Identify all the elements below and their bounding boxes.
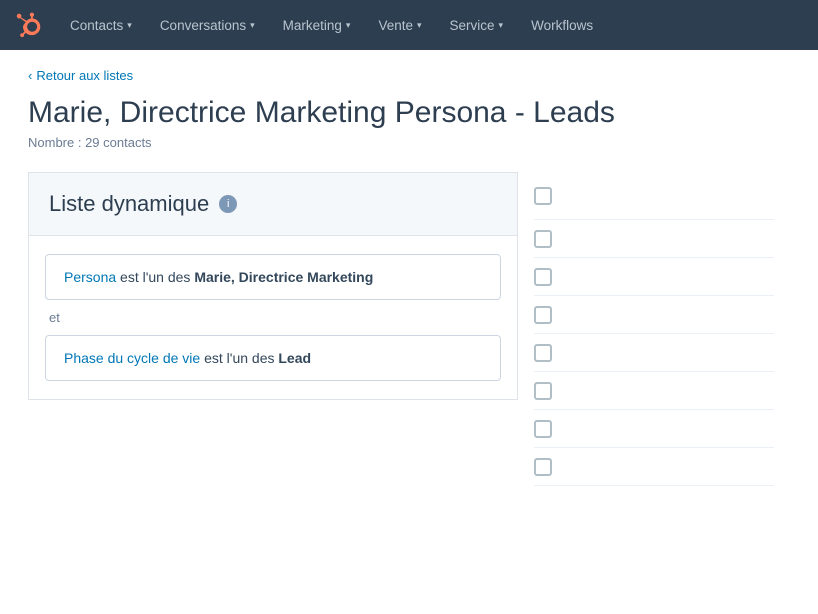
checkbox-list <box>534 172 774 486</box>
checkbox-row-6[interactable] <box>534 420 552 438</box>
main-layout: Liste dynamique i Persona est l'un des M… <box>28 172 790 486</box>
criteria-value-2: Lead <box>278 350 311 366</box>
checkbox-row-header <box>534 172 774 220</box>
nav-conversations[interactable]: Conversations ▾ <box>146 0 269 50</box>
contact-count: Nombre : 29 contacts <box>28 135 790 150</box>
right-panel <box>518 172 790 486</box>
checkbox-row-1[interactable] <box>534 230 552 248</box>
checkbox-row-3[interactable] <box>534 306 552 324</box>
table-row <box>534 334 774 372</box>
criteria-field-2[interactable]: Phase du cycle de vie <box>64 350 200 366</box>
page-title: Marie, Directrice Marketing Persona - Le… <box>28 95 790 131</box>
nav-vente[interactable]: Vente ▾ <box>364 0 435 50</box>
info-icon[interactable]: i <box>219 195 237 213</box>
nav-contacts[interactable]: Contacts ▾ <box>56 0 146 50</box>
checkbox-row-4[interactable] <box>534 344 552 362</box>
page-content: ‹ Retour aux listes Marie, Directrice Ma… <box>0 50 818 504</box>
chevron-down-icon: ▾ <box>250 20 255 31</box>
criteria-card-2: Phase du cycle de vie est l'un des Lead <box>45 335 501 381</box>
chevron-left-icon: ‹ <box>28 68 32 83</box>
table-row <box>534 258 774 296</box>
checkbox-row-5[interactable] <box>534 382 552 400</box>
table-row <box>534 296 774 334</box>
chevron-down-icon: ▾ <box>127 20 132 31</box>
checkbox-row-7[interactable] <box>534 458 552 476</box>
criteria-area: Persona est l'un des Marie, Directrice M… <box>28 235 518 400</box>
criteria-card-1: Persona est l'un des Marie, Directrice M… <box>45 254 501 300</box>
and-connector: et <box>45 300 501 335</box>
table-row <box>534 448 774 486</box>
list-type-label: Liste dynamique <box>49 191 209 217</box>
criteria-value-1: Marie, Directrice Marketing <box>194 269 373 285</box>
nav-workflows[interactable]: Workflows <box>517 0 607 50</box>
table-row <box>534 372 774 410</box>
nav-marketing[interactable]: Marketing ▾ <box>269 0 365 50</box>
hubspot-logo[interactable] <box>12 7 48 43</box>
checkbox-row-2[interactable] <box>534 268 552 286</box>
list-type-header: Liste dynamique i <box>28 172 518 235</box>
chevron-down-icon: ▾ <box>346 20 351 31</box>
chevron-down-icon: ▾ <box>417 20 422 31</box>
criteria-field-1[interactable]: Persona <box>64 269 116 285</box>
table-row <box>534 410 774 448</box>
table-row <box>534 220 774 258</box>
checkbox-select-all[interactable] <box>534 187 552 205</box>
nav-service[interactable]: Service ▾ <box>436 0 518 50</box>
chevron-down-icon: ▾ <box>499 20 504 31</box>
left-panel: Liste dynamique i Persona est l'un des M… <box>28 172 518 486</box>
navbar: Contacts ▾ Conversations ▾ Marketing ▾ V… <box>0 0 818 50</box>
back-link[interactable]: ‹ Retour aux listes <box>28 68 790 83</box>
